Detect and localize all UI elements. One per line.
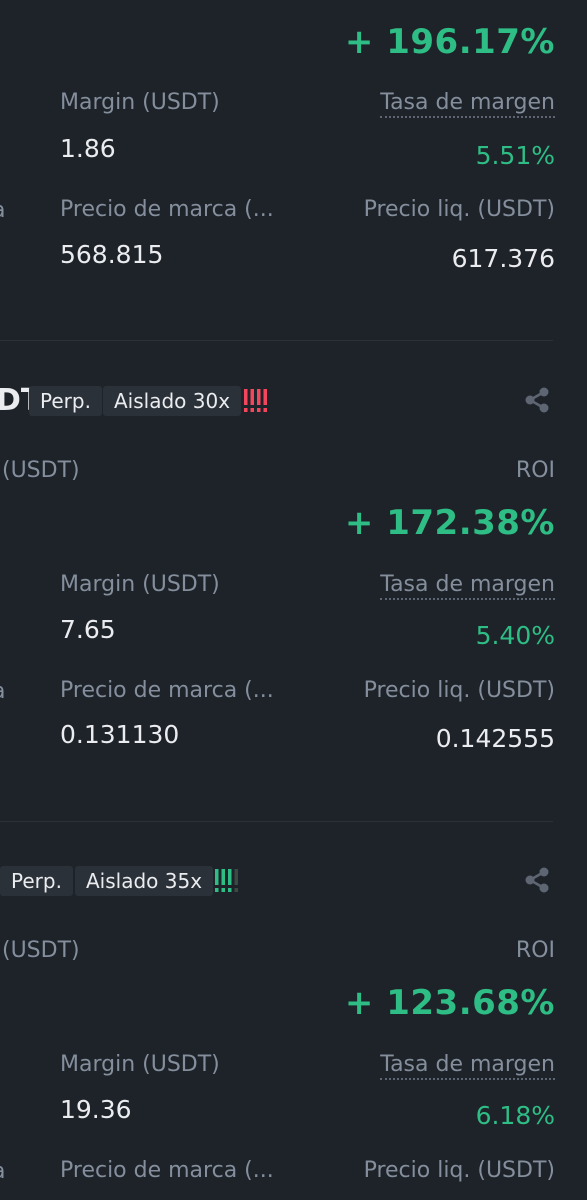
cut-label-fragment: a	[0, 679, 5, 704]
roi-value: + 172.38%	[344, 503, 555, 543]
liq-price-label: Precio liq. (USDT)	[363, 197, 555, 222]
card-divider	[0, 821, 553, 822]
margin-mode-tag[interactable]: Aislado 30x	[103, 386, 242, 416]
mark-price-value: 0.131130	[60, 720, 180, 749]
roi-value: + 123.68%	[344, 983, 555, 1023]
margin-value: 19.36	[60, 1095, 132, 1124]
share-icon[interactable]	[523, 866, 551, 894]
margin-rate-value: 5.40%	[475, 621, 555, 650]
margin-label: Margin (USDT)	[60, 572, 220, 597]
mark-price-value: 568.815	[60, 240, 164, 269]
mark-price-label: Precio de marca (...	[60, 1158, 274, 1183]
margin-rate-label[interactable]: Tasa de margen	[380, 90, 555, 118]
roi-label: ROI	[515, 458, 555, 483]
liq-price-value: 617.376	[451, 244, 555, 273]
margin-value: 7.65	[60, 615, 116, 644]
margin-label: Margin (USDT)	[60, 1052, 220, 1077]
perp-tag: Perp.	[29, 386, 102, 416]
mark-price-label: Precio de marca (...	[60, 197, 274, 222]
perp-tag: Perp.	[0, 866, 73, 896]
margin-rate-label[interactable]: Tasa de margen	[380, 572, 555, 600]
mark-price-label: Precio de marca (...	[60, 678, 274, 703]
margin-value: 1.86	[60, 134, 116, 163]
risk-bars-icon	[244, 389, 267, 412]
liq-price-value: 0.142555	[435, 724, 555, 753]
pnl-label-fragment: (USDT)	[2, 458, 80, 483]
margin-rate-value: 6.18%	[475, 1101, 555, 1130]
liq-price-label: Precio liq. (USDT)	[363, 1158, 555, 1183]
margin-mode-tag[interactable]: Aislado 35x	[75, 866, 214, 896]
cut-label-fragment: a	[0, 1159, 5, 1184]
share-icon[interactable]	[523, 386, 551, 414]
risk-bars-icon	[215, 869, 238, 892]
margin-rate-value: 5.51%	[475, 141, 555, 170]
cut-label-fragment: a	[0, 198, 5, 223]
margin-label: Margin (USDT)	[60, 90, 220, 115]
roi-value: + 196.17%	[344, 22, 555, 62]
margin-rate-label[interactable]: Tasa de margen	[380, 1052, 555, 1080]
liq-price-label: Precio liq. (USDT)	[363, 678, 555, 703]
roi-label: ROI	[515, 938, 555, 963]
pnl-label-fragment: (USDT)	[2, 938, 80, 963]
card-divider	[0, 340, 553, 341]
